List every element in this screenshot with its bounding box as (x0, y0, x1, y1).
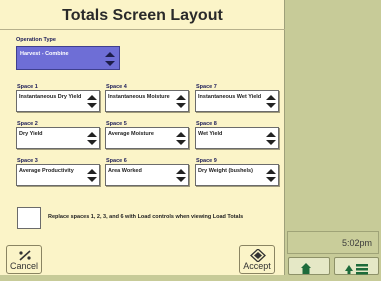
space-8-value: Wet Yield (198, 131, 223, 137)
space-5-select[interactable]: Average Moisture (105, 127, 189, 149)
menu-icon (345, 264, 368, 275)
accept-button[interactable]: Accept (239, 245, 275, 274)
select-arrows-icon (87, 95, 97, 108)
cancel-label: Cancel (9, 261, 38, 271)
select-arrows-icon (87, 169, 97, 182)
space-8-select[interactable]: Wet Yield (195, 127, 279, 149)
space-5-value: Average Moisture (108, 131, 154, 137)
load-controls-checkbox[interactable] (17, 207, 41, 229)
space-9-value: Dry Weight (bushels) (198, 168, 253, 174)
space-4-select[interactable]: Instantaneous Moisture (105, 90, 189, 112)
select-arrows-icon (176, 95, 186, 108)
space-9-select[interactable]: Dry Weight (bushels) (195, 164, 279, 186)
space-1-select[interactable]: Instantaneous Dry Yield (16, 90, 100, 112)
clock: 5:02pm (287, 231, 379, 254)
space-3-value: Average Productivity (19, 168, 74, 174)
space-7-select[interactable]: Instantaneous Wet Yield (195, 90, 279, 112)
space-4-value: Instantaneous Moisture (108, 94, 170, 100)
space-3-select[interactable]: Average Productivity (16, 164, 100, 186)
select-arrows-icon (87, 132, 97, 145)
operation-type-value: Harvest - Combine (20, 51, 69, 57)
select-arrows-icon (176, 169, 186, 182)
cancel-button[interactable]: Cancel (6, 245, 42, 274)
select-arrows-icon (105, 52, 115, 66)
select-arrows-icon (176, 132, 186, 145)
space-6-value: Area Worked (108, 168, 142, 174)
operation-type-label: Operation Type (16, 37, 56, 43)
select-arrows-icon (266, 95, 276, 108)
space-2-value: Dry Yield (19, 131, 43, 137)
operation-type-select[interactable]: Harvest - Combine (16, 46, 120, 70)
page-title: Totals Screen Layout (0, 0, 285, 30)
home-button[interactable] (288, 257, 330, 275)
settings-panel: Totals Screen Layout Operation Type Harv… (0, 0, 285, 275)
load-controls-checkbox-label: Replace spaces 1, 2, 3, and 6 with Load … (48, 214, 244, 220)
accept-label: Accept (243, 261, 271, 271)
menu-button[interactable] (334, 257, 379, 275)
space-1-value: Instantaneous Dry Yield (19, 94, 82, 100)
space-2-select[interactable]: Dry Yield (16, 127, 100, 149)
home-icon (301, 263, 311, 274)
select-arrows-icon (266, 132, 276, 145)
select-arrows-icon (266, 169, 276, 182)
space-7-value: Instantaneous Wet Yield (198, 94, 262, 100)
space-6-select[interactable]: Area Worked (105, 164, 189, 186)
